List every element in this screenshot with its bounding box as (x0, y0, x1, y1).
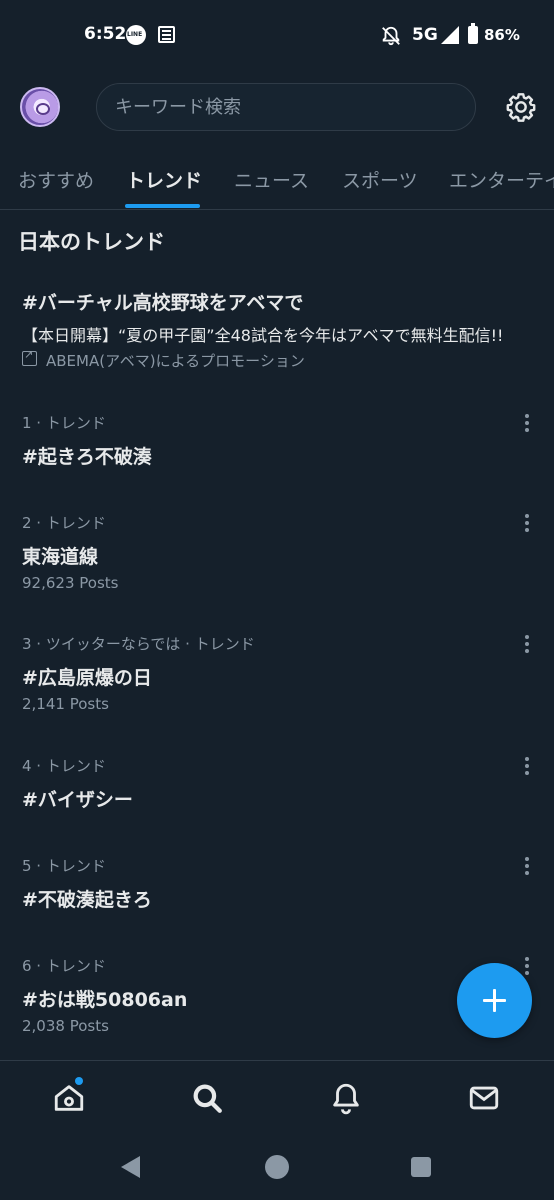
trend-posts: 92,623 Posts (22, 574, 119, 592)
bottom-nav (0, 1060, 554, 1134)
tab-entertainment[interactable]: エンターテイ (449, 166, 554, 193)
home-icon[interactable] (52, 1081, 86, 1115)
more-options-icon[interactable] (518, 857, 536, 877)
explore-tabs: おすすめ トレンド ニュース スポーツ エンターテイ (0, 148, 554, 210)
trend-item[interactable]: 1 · トレンド #起きろ不破湊 (0, 412, 554, 512)
news-icon (158, 26, 175, 43)
status-time: 6:52 (84, 24, 127, 44)
section-title: 日本のトレンド (18, 230, 165, 254)
home-notification-dot (75, 1077, 83, 1085)
network-type: 5G (412, 25, 438, 45)
trend-name[interactable]: #おは戦50806an (22, 985, 187, 1012)
promoted-title[interactable]: #バーチャル高校野球をアベマで (22, 288, 303, 315)
more-options-icon[interactable] (518, 757, 536, 777)
gear-icon[interactable] (505, 91, 537, 123)
home-circle-icon[interactable] (265, 1155, 289, 1179)
signal-icon (441, 26, 459, 44)
search-input[interactable] (115, 84, 455, 130)
bell-off-icon (382, 26, 400, 46)
trend-name[interactable]: #不破湊起きろ (22, 885, 152, 912)
trend-name[interactable]: #バイザシー (22, 785, 133, 812)
status-bar: 6:52 5G 86% (0, 0, 554, 72)
promoted-icon (22, 348, 37, 366)
trend-meta: 5 · トレンド (22, 857, 106, 875)
tab-news[interactable]: ニュース (234, 166, 309, 193)
trend-meta: 3 · ツイッターならでは · トレンド (22, 635, 255, 653)
active-tab-indicator (125, 204, 200, 208)
battery-icon (468, 23, 478, 44)
promoted-by: ABEMA(アベマ)によるプロモーション (46, 352, 305, 370)
compose-button[interactable] (457, 963, 532, 1038)
trend-posts: 2,141 Posts (22, 695, 109, 713)
recent-apps-icon[interactable] (411, 1157, 431, 1177)
trend-meta: 4 · トレンド (22, 757, 106, 775)
trend-name[interactable]: #広島原爆の日 (22, 663, 152, 690)
trend-name[interactable]: #起きろ不破湊 (22, 442, 152, 469)
trend-item[interactable]: 2 · トレンド 東海道線 92,623 Posts (0, 512, 554, 612)
trend-name[interactable]: 東海道線 (22, 542, 98, 569)
more-options-icon[interactable] (518, 514, 536, 534)
tab-recommended[interactable]: おすすめ (18, 166, 94, 193)
trend-meta: 2 · トレンド (22, 514, 106, 532)
trend-item[interactable]: 3 · ツイッターならでは · トレンド #広島原爆の日 2,141 Posts (0, 633, 554, 733)
trend-meta: 1 · トレンド (22, 414, 106, 432)
tab-sports[interactable]: スポーツ (342, 166, 418, 193)
line-icon (126, 25, 146, 45)
battery-percent: 86% (484, 26, 520, 44)
trend-meta: 6 · トレンド (22, 957, 106, 975)
more-options-icon[interactable] (518, 635, 536, 655)
tab-trending[interactable]: トレンド (126, 166, 202, 193)
search-bar[interactable] (96, 83, 476, 131)
more-options-icon[interactable] (518, 414, 536, 434)
promoted-description: 【本日開幕】“夏の甲子園”全48試合を今年はアベマで無料生配信!! (22, 326, 504, 345)
mail-icon[interactable] (467, 1081, 501, 1115)
avatar[interactable] (20, 87, 60, 127)
trend-item[interactable]: 4 · トレンド #バイザシー (0, 755, 554, 855)
bell-icon[interactable] (329, 1081, 363, 1115)
system-nav-bar (0, 1134, 554, 1200)
back-icon[interactable] (121, 1156, 140, 1178)
search-icon[interactable] (190, 1081, 224, 1115)
trend-posts: 2,038 Posts (22, 1017, 109, 1035)
trend-item[interactable]: 5 · トレンド #不破湊起きろ (0, 855, 554, 955)
